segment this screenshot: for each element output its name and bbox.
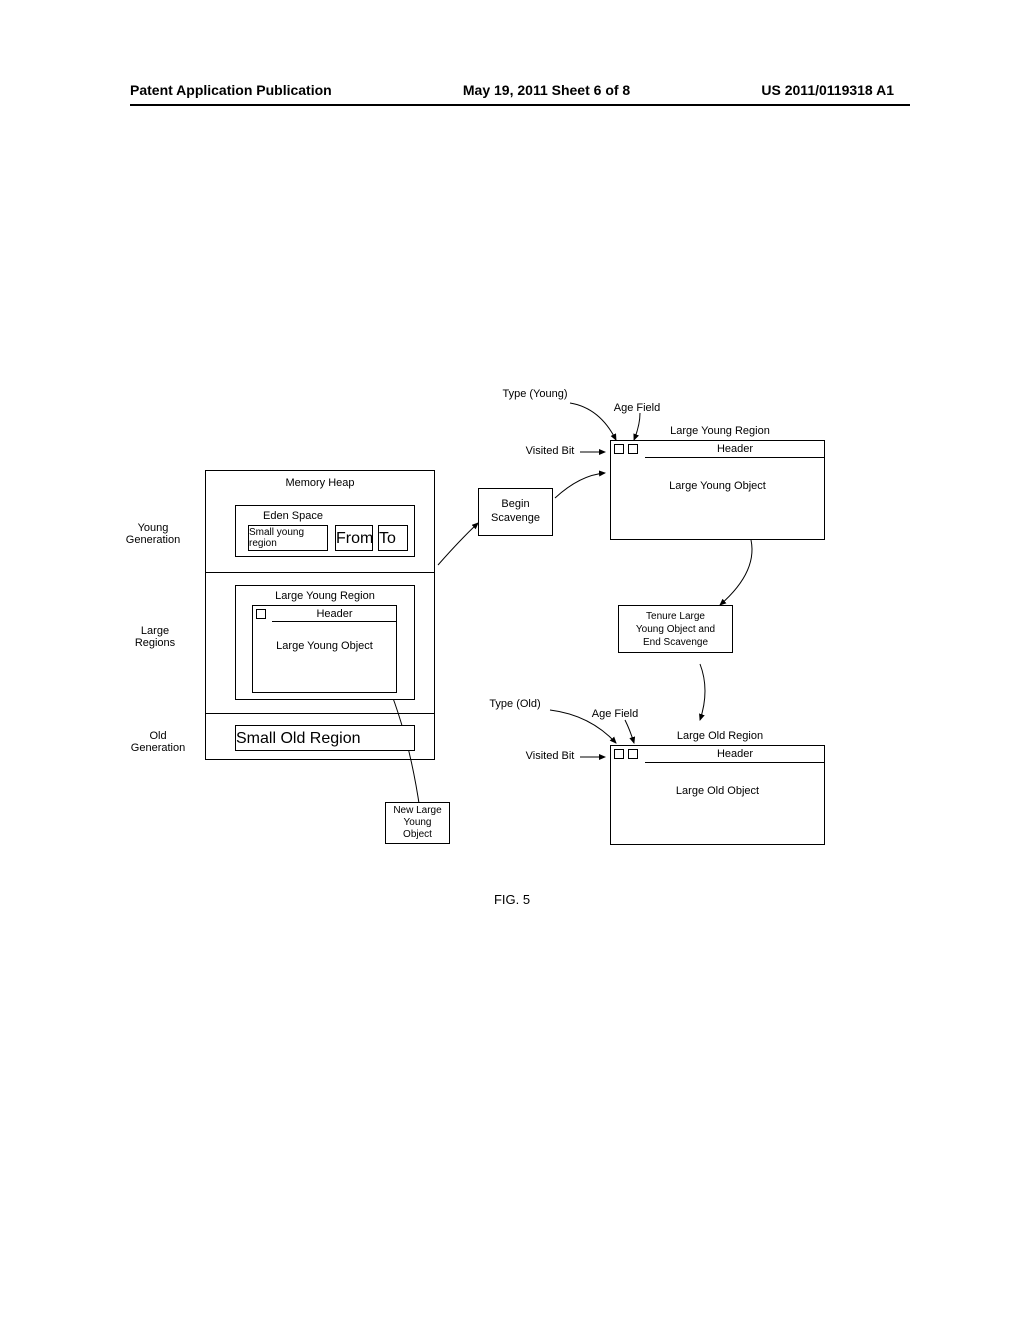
large-old-object-label: Large Old Object [610, 785, 825, 797]
to-box: To [378, 525, 408, 551]
type-old-label: Type (Old) [475, 698, 555, 710]
visited-bit-label-young: Visited Bit [520, 445, 580, 457]
large-old-region-title: Large Old Region [640, 730, 800, 742]
from-box: From [335, 525, 373, 551]
eden-space-label: Eden Space [248, 510, 338, 522]
header-divider [130, 104, 910, 106]
old-generation-label: Old Generation [128, 730, 188, 754]
age-field-label-old: Age Field [580, 708, 650, 720]
young-right-bit1 [614, 444, 624, 454]
heap-divider-2 [205, 713, 435, 714]
new-large-young-object-box: New Large Young Object [385, 802, 450, 844]
header-label-young-right: Header [645, 443, 825, 458]
young-generation-label: Young Generation [118, 522, 188, 546]
type-young-label: Type (Young) [490, 388, 580, 400]
age-field-label-young: Age Field [602, 402, 672, 414]
begin-scavenge-box: Begin Scavenge [478, 488, 553, 536]
large-young-region-title-right: Large Young Region [640, 425, 800, 437]
tenure-box: Tenure Large Young Object and End Scaven… [618, 605, 733, 653]
arrows-svg [0, 380, 1024, 920]
large-regions-label: Large Regions [125, 625, 185, 649]
header-left: Patent Application Publication [130, 82, 332, 98]
memory-heap-title: Memory Heap [205, 477, 435, 489]
header-right: US 2011/0119318 A1 [761, 82, 894, 98]
heap-divider-1 [205, 572, 435, 573]
small-young-region-box: Small young region [248, 525, 328, 551]
visited-bit-label-old: Visited Bit [520, 750, 580, 762]
large-young-object-right: Large Young Object [610, 480, 825, 492]
old-right-bit1 [614, 749, 624, 759]
large-young-object-heap: Large Young Object [252, 640, 397, 652]
old-right-bit2 [628, 749, 638, 759]
heap-header-bit-1 [256, 609, 266, 619]
header-center: May 19, 2011 Sheet 6 of 8 [463, 82, 630, 98]
header-label-old-right: Header [645, 748, 825, 763]
figure-label: FIG. 5 [0, 892, 1024, 907]
large-young-region-label-heap: Large Young Region [235, 590, 415, 602]
small-old-region-box: Small Old Region [235, 725, 415, 751]
diagram-container: Young Generation Large Regions Old Gener… [0, 380, 1024, 920]
young-right-bit2 [628, 444, 638, 454]
header-label-heap: Header [272, 608, 397, 622]
